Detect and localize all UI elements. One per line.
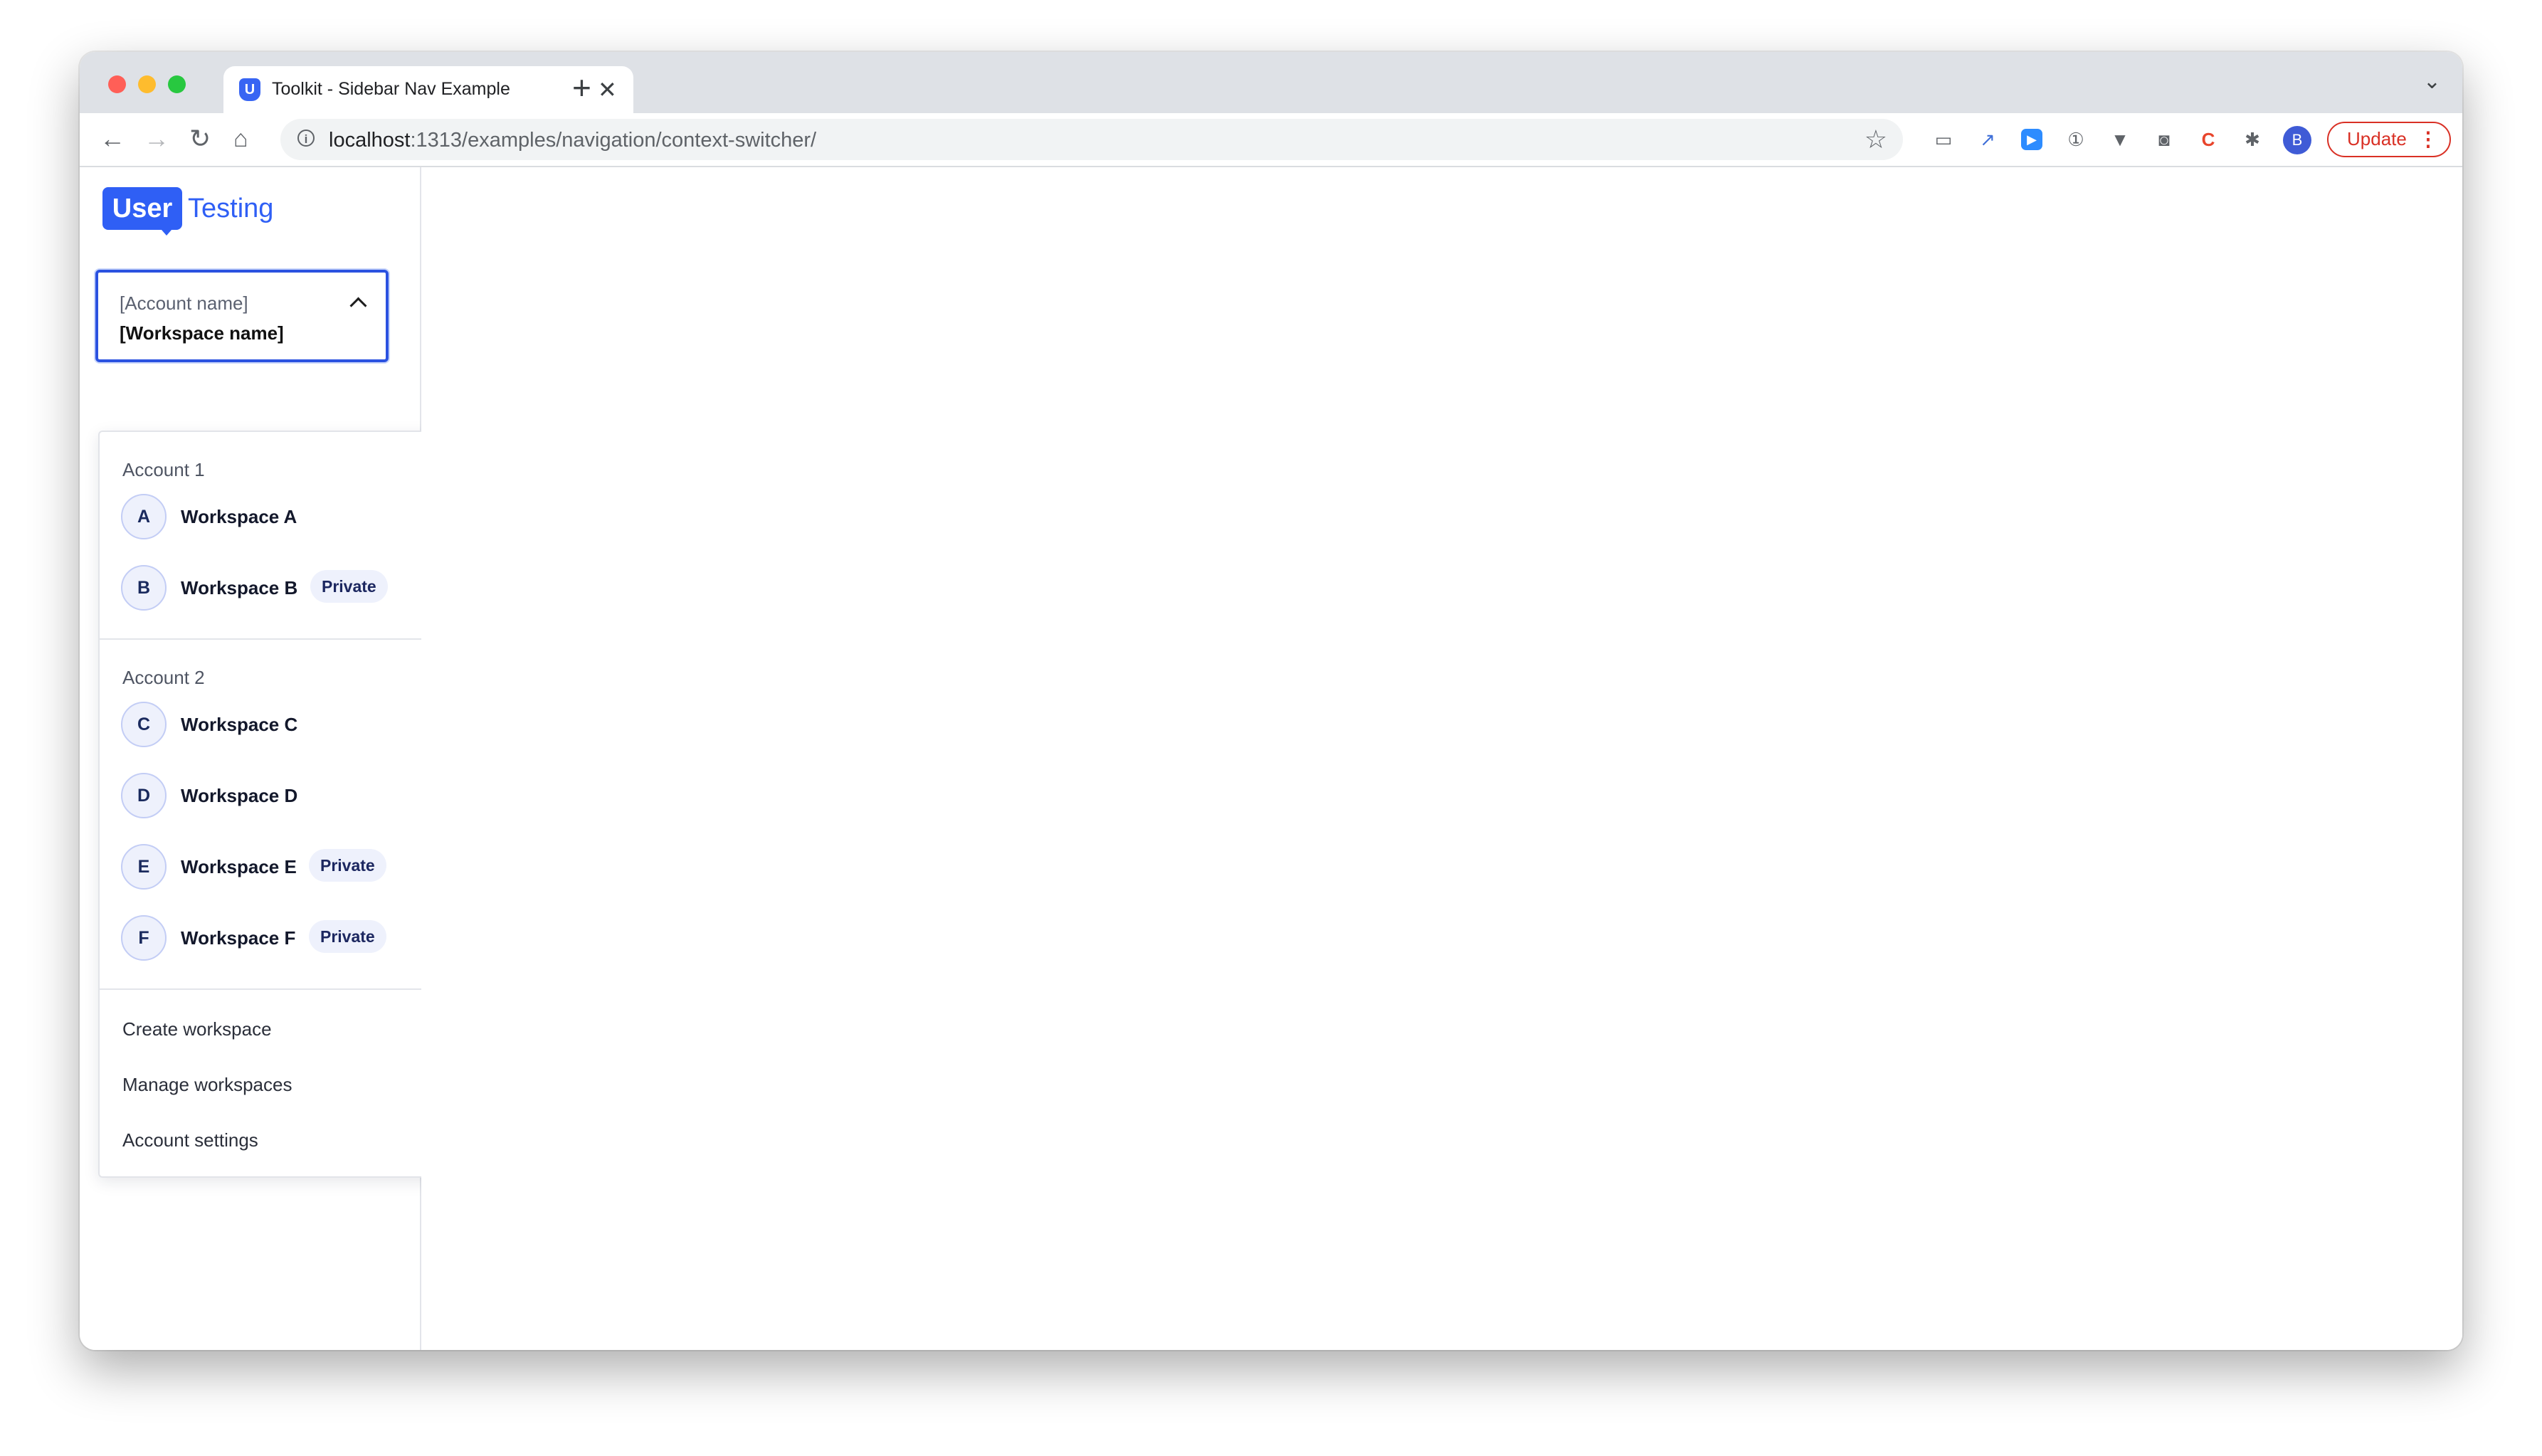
workspace-avatar: E (121, 844, 167, 890)
profile-avatar[interactable]: B (2283, 126, 2311, 154)
site-info-icon[interactable]: i (297, 130, 315, 147)
private-badge: Private (310, 570, 388, 603)
private-badge: Private (309, 920, 386, 953)
tab-title: Toolkit - Sidebar Nav Example (272, 79, 510, 99)
back-arrow-icon[interactable]: ← (100, 123, 125, 154)
workspace-avatar: B (121, 565, 167, 611)
home-icon[interactable]: ⌂ (233, 123, 248, 154)
forward-arrow-icon[interactable]: → (144, 123, 169, 154)
current-account-name: [Account name] (120, 292, 248, 314)
current-workspace-name: [Workspace name] (120, 322, 284, 344)
workspace-name: Workspace A (181, 506, 297, 527)
create-workspace-link[interactable]: Create workspace (122, 1018, 272, 1040)
workspace-name: Workspace E (181, 856, 297, 877)
zoom-extension-icon[interactable]: ▶ (2021, 129, 2042, 150)
workspace-avatar: C (121, 702, 167, 747)
more-menu-icon[interactable]: ⋮ (2418, 123, 2438, 155)
main-content (421, 167, 2462, 1350)
colorzilla-extension-icon[interactable]: C (2198, 129, 2219, 150)
page-viewport: User Testing [Account name] [Workspace n… (80, 167, 2462, 1350)
workspace-name: Workspace C (181, 714, 298, 735)
new-tab-icon[interactable]: + (572, 66, 591, 109)
vue-devtools-icon[interactable]: ▼ (2109, 129, 2131, 150)
workspace-avatar: F (121, 915, 167, 961)
context-switcher-button[interactable]: [Account name] [Workspace name] (95, 270, 389, 362)
browser-window: U Toolkit - Sidebar Nav Example ✕ + ⌄ ← … (80, 52, 2462, 1350)
bookmark-star-icon[interactable]: ☆ (1865, 125, 1887, 154)
extensions-puzzle-icon[interactable]: ✱ (2242, 129, 2263, 150)
update-button[interactable]: Update ⋮ (2327, 122, 2451, 157)
logo-user-text: User (102, 187, 182, 230)
usertesting-favicon-icon: U (239, 78, 260, 101)
account-settings-link[interactable]: Account settings (122, 1129, 258, 1151)
workspace-name: Workspace F (181, 927, 296, 949)
password-manager-icon[interactable]: ① (2065, 129, 2087, 150)
url-text[interactable]: localhost:1313/examples/navigation/conte… (329, 129, 816, 152)
workspace-name: Workspace D (181, 785, 298, 806)
address-bar[interactable]: i localhost:1313/examples/navigation/con… (280, 119, 1903, 160)
analytics-extension-icon[interactable]: ↗ (1977, 129, 1998, 150)
manage-workspaces-link[interactable]: Manage workspaces (122, 1074, 292, 1096)
workspace-avatar: A (121, 494, 167, 539)
tab-strip: U Toolkit - Sidebar Nav Example ✕ + ⌄ (80, 52, 2462, 113)
logo-testing-text: Testing (188, 194, 274, 223)
private-badge: Private (309, 849, 386, 882)
reload-icon[interactable]: ↻ (189, 123, 211, 154)
browser-toolbar: ← → ↻ ⌂ i localhost:1313/examples/naviga… (80, 113, 2462, 167)
minimize-window-button[interactable] (138, 75, 156, 93)
cast-icon[interactable]: ▭ (1933, 129, 1954, 150)
screenshot-camera-icon[interactable]: ◙ (2153, 129, 2175, 150)
chevron-up-icon (349, 297, 367, 315)
workspace-avatar: D (121, 773, 167, 818)
update-button-label: Update (2347, 128, 2407, 149)
close-window-button[interactable] (108, 75, 126, 93)
close-tab-icon[interactable]: ✕ (598, 75, 617, 104)
tab-search-chevron-icon[interactable]: ⌄ (2423, 69, 2441, 94)
logo-speech-tail (157, 224, 176, 236)
zoom-window-button[interactable] (168, 75, 186, 93)
workspace-name: Workspace B (181, 577, 298, 598)
